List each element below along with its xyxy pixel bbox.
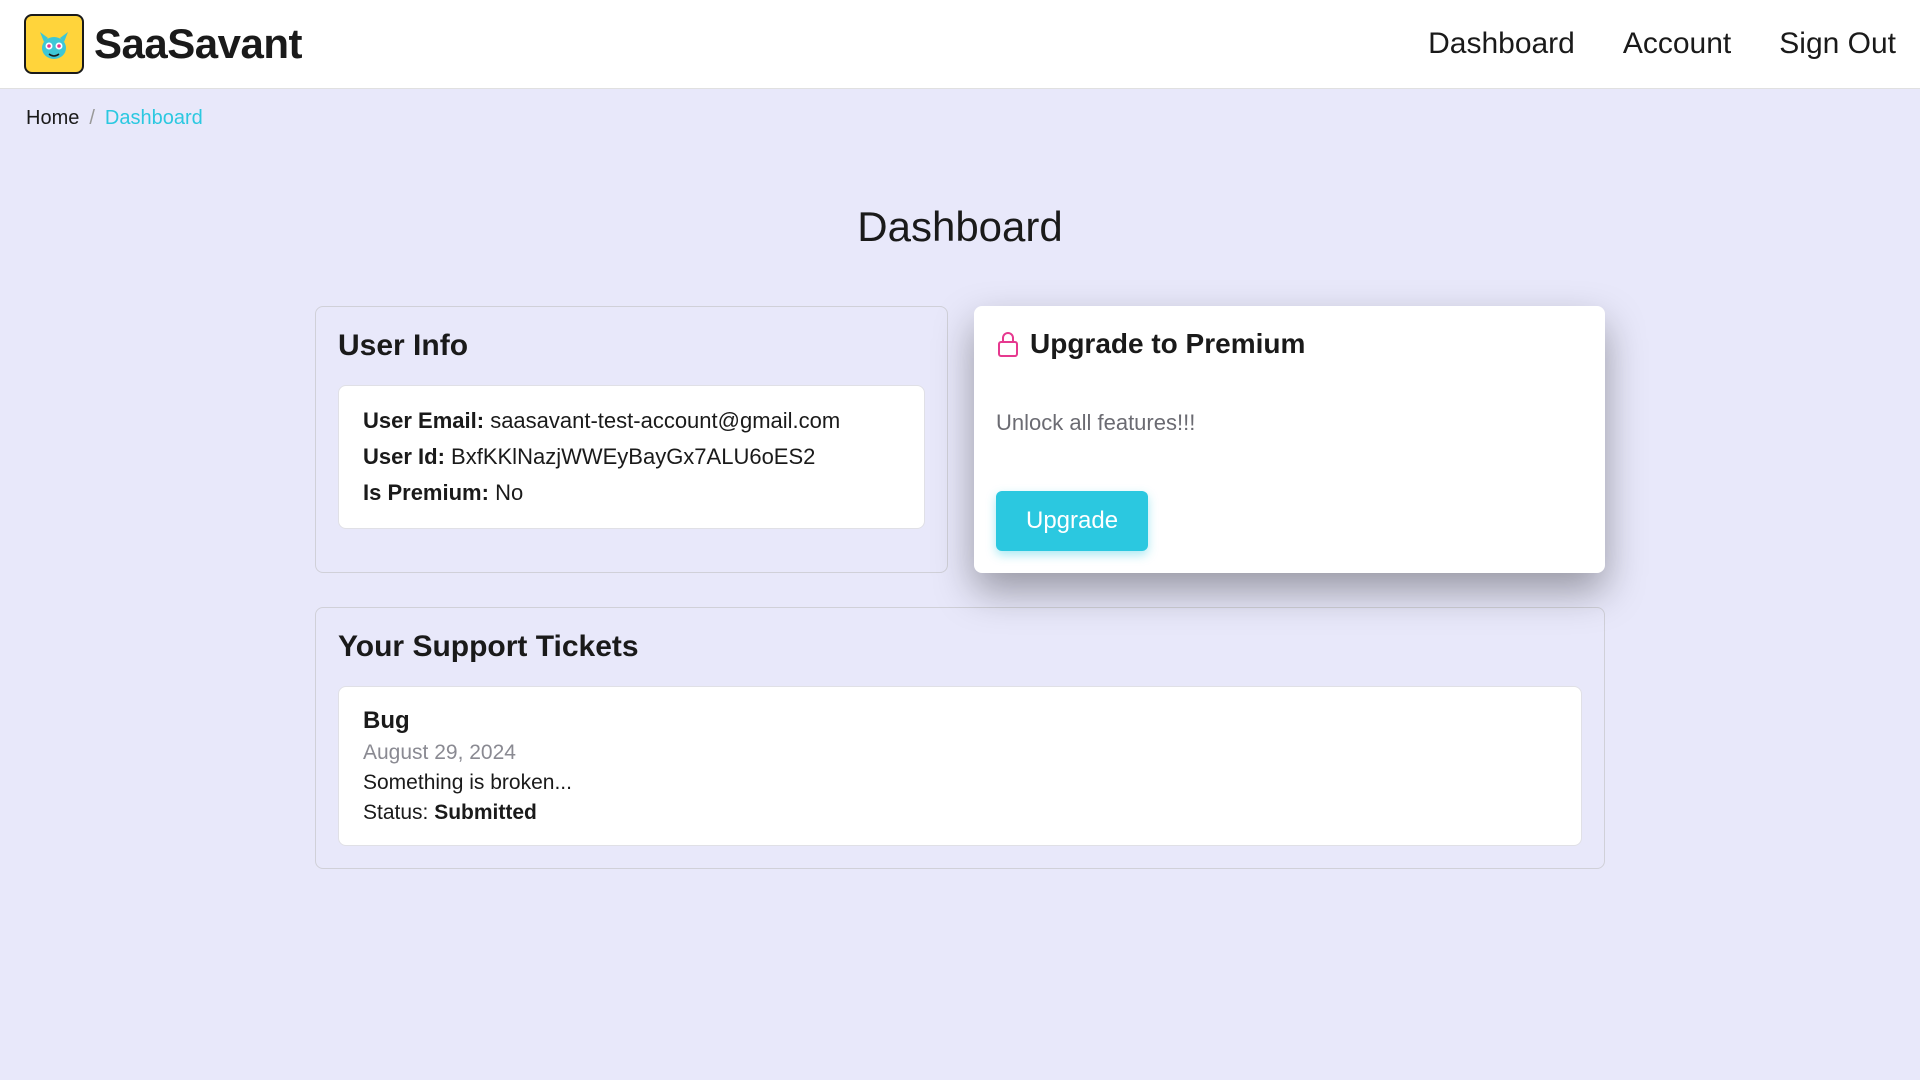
nav-signout[interactable]: Sign Out [1779, 27, 1896, 61]
brand-logo-icon [24, 14, 84, 74]
ticket-date: August 29, 2024 [363, 741, 1557, 765]
user-premium-value: No [495, 480, 523, 505]
top-row: User Info User Email: saasavant-test-acc… [315, 306, 1605, 573]
nav-dashboard[interactable]: Dashboard [1428, 27, 1575, 61]
ticket-item: Bug August 29, 2024 Something is broken.… [338, 686, 1582, 846]
ticket-status-line: Status: Submitted [363, 801, 1557, 825]
ticket-status-label: Status: [363, 801, 428, 824]
premium-title: Upgrade to Premium [1030, 328, 1305, 360]
breadcrumb: Home / Dashboard [0, 89, 1920, 148]
breadcrumb-current: Dashboard [105, 107, 203, 130]
ticket-status-value: Submitted [434, 801, 537, 824]
user-premium-line: Is Premium: No [363, 480, 900, 506]
brand[interactable]: SaaSavant [24, 14, 302, 74]
user-id-label: User Id: [363, 444, 445, 469]
breadcrumb-home[interactable]: Home [26, 107, 79, 130]
app-header: SaaSavant Dashboard Account Sign Out [0, 0, 1920, 89]
tickets-card: Your Support Tickets Bug August 29, 2024… [315, 607, 1605, 869]
user-id-line: User Id: BxfKKlNazjWWEyBayGx7ALU6oES2 [363, 444, 900, 470]
user-info-card: User Info User Email: saasavant-test-acc… [315, 306, 948, 573]
user-info-panel: User Email: saasavant-test-account@gmail… [338, 385, 925, 529]
user-email-line: User Email: saasavant-test-account@gmail… [363, 408, 900, 434]
premium-card: Upgrade to Premium Unlock all features!!… [974, 306, 1605, 573]
ticket-title: Bug [363, 707, 1557, 735]
user-email-value: saasavant-test-account@gmail.com [490, 408, 840, 433]
user-info-title: User Info [338, 329, 925, 363]
user-premium-label: Is Premium: [363, 480, 489, 505]
main-nav: Dashboard Account Sign Out [1428, 27, 1896, 61]
breadcrumb-separator: / [89, 107, 95, 130]
user-id-value: BxfKKlNazjWWEyBayGx7ALU6oES2 [451, 444, 815, 469]
upgrade-button[interactable]: Upgrade [996, 491, 1148, 551]
user-email-label: User Email: [363, 408, 484, 433]
nav-account[interactable]: Account [1623, 27, 1731, 61]
premium-description: Unlock all features!!! [996, 410, 1583, 436]
premium-header: Upgrade to Premium [996, 328, 1583, 360]
content: User Info User Email: saasavant-test-acc… [295, 306, 1625, 869]
page-title: Dashboard [0, 203, 1920, 251]
brand-name: SaaSavant [94, 20, 302, 68]
ticket-description: Something is broken... [363, 771, 1557, 795]
lock-icon [996, 330, 1020, 358]
tickets-title: Your Support Tickets [338, 630, 1582, 664]
